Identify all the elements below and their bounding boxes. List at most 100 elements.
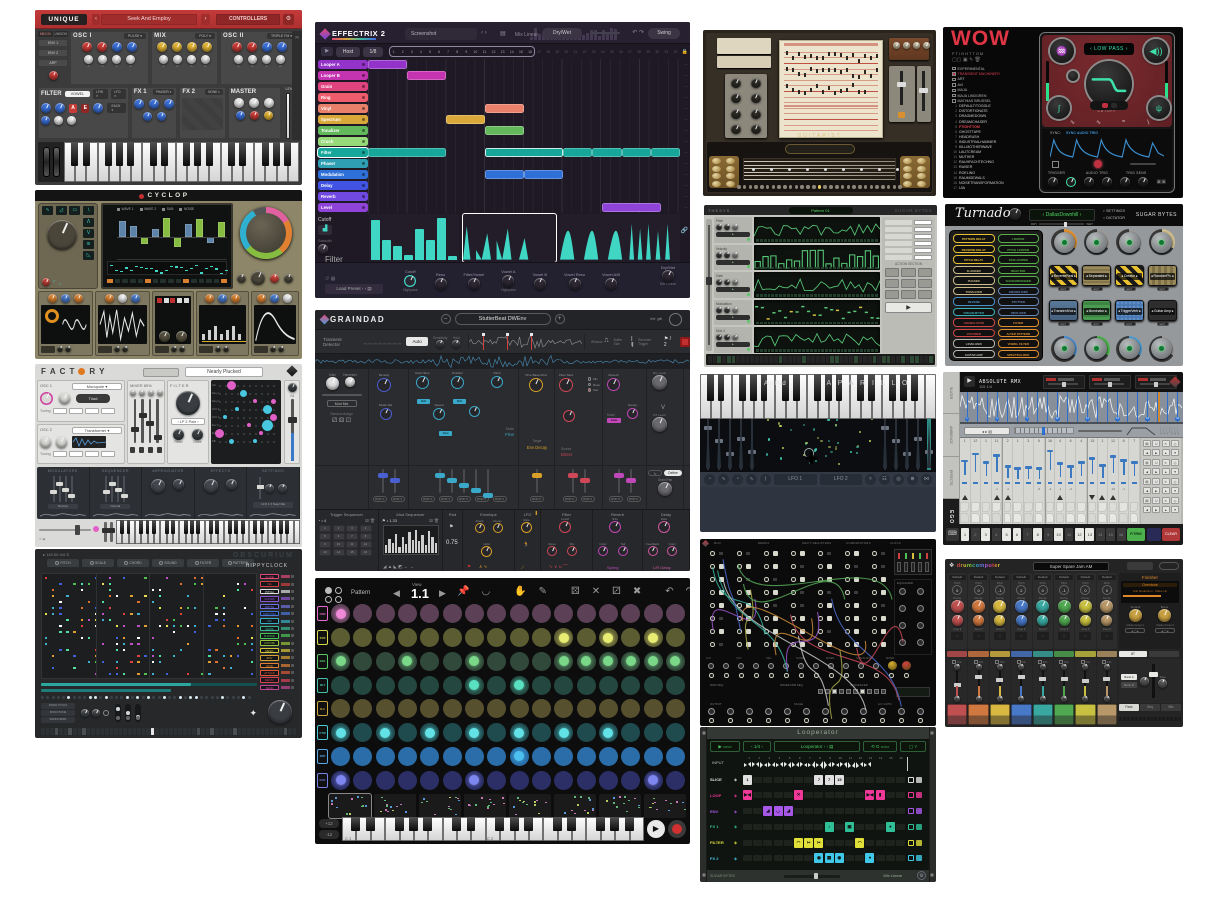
effect-slot-button-stutter[interactable]: STUTTER — [998, 297, 1040, 306]
knob[interactable] — [54, 116, 63, 125]
knob[interactable] — [1129, 609, 1142, 622]
mod-fader[interactable] — [439, 469, 441, 493]
empty-cell[interactable] — [753, 792, 762, 798]
key-cell[interactable] — [920, 356, 924, 363]
black-key[interactable] — [596, 817, 605, 831]
mute-button[interactable] — [130, 447, 135, 453]
rnd-pill[interactable]: RND ▾ — [457, 496, 471, 502]
mod-icon-button[interactable]: ⟨ — [760, 474, 771, 485]
step-circle[interactable] — [621, 771, 640, 790]
black-key[interactable] — [423, 817, 432, 831]
mini-fader[interactable] — [53, 476, 55, 502]
strip-step[interactable] — [101, 728, 105, 735]
drum-icon-box[interactable]: ◌ — [973, 632, 985, 640]
knob[interactable] — [1158, 609, 1171, 622]
step-circle[interactable] — [510, 771, 529, 790]
step-circle[interactable] — [599, 604, 618, 623]
mod-glyph-button[interactable]: V — [83, 229, 94, 238]
filter-type-icons[interactable]: ∿ ∨ ∪ ⌒ — [549, 564, 568, 570]
env-cell2[interactable] — [1109, 513, 1118, 523]
effect-slot-button-vowel-filter[interactable]: VOWEL FILTER — [998, 339, 1040, 348]
matrix-cell[interactable] — [255, 433, 257, 435]
pixel-dot[interactable] — [123, 637, 125, 639]
action-button[interactable] — [918, 290, 932, 299]
step-circle[interactable] — [398, 771, 417, 790]
mod-knob[interactable] — [1080, 615, 1091, 626]
decay-cell[interactable] — [1166, 426, 1168, 435]
pixel-dot[interactable] — [251, 613, 253, 615]
pitch-knob[interactable]: -1 — [1059, 585, 1069, 595]
step-circle[interactable] — [577, 628, 596, 647]
channel-fader[interactable] — [1106, 671, 1108, 696]
mod-bar[interactable] — [385, 545, 387, 553]
nav-button[interactable]: ▲ — [1162, 487, 1170, 494]
knob[interactable] — [732, 307, 738, 313]
param-row[interactable]: ATTACK — [260, 669, 298, 676]
knob[interactable] — [84, 55, 93, 64]
black-key[interactable] — [228, 520, 232, 534]
engine-select[interactable]: Default — [991, 575, 1008, 580]
strip-step[interactable] — [178, 728, 182, 735]
pixel-dot[interactable] — [59, 631, 61, 633]
module-handle[interactable] — [1154, 382, 1158, 387]
value-bar[interactable] — [448, 256, 457, 260]
fader-cap[interactable] — [131, 427, 139, 432]
pixel-dot[interactable] — [187, 595, 189, 597]
dictator-radio[interactable]: ○ DICTATOR — [1103, 216, 1125, 220]
env-cell[interactable] — [1024, 502, 1033, 512]
mini-fader[interactable] — [71, 476, 73, 502]
knob[interactable] — [326, 377, 339, 390]
black-key[interactable] — [782, 374, 789, 401]
black-key[interactable] — [739, 374, 746, 401]
env-cell2[interactable] — [1046, 513, 1054, 523]
env-cell[interactable] — [1066, 502, 1075, 512]
pixel-dot[interactable] — [251, 661, 253, 663]
mod-fader[interactable] — [630, 469, 632, 493]
fader-cap[interactable] — [897, 82, 906, 87]
track-enable-dot[interactable] — [362, 206, 366, 210]
strip-step[interactable] — [210, 728, 214, 735]
step-dot[interactable] — [173, 696, 176, 699]
empty-cell[interactable] — [865, 777, 874, 783]
source-value[interactable]: Direct — [561, 452, 572, 457]
step-circle[interactable] — [331, 604, 350, 623]
mini-fader[interactable] — [259, 477, 261, 499]
engine-select[interactable]: Default — [1013, 575, 1030, 580]
pixel-dot[interactable] — [137, 625, 139, 627]
active-cell[interactable]: ◠ — [794, 838, 803, 848]
key-cell[interactable] — [717, 356, 721, 363]
step-circle[interactable] — [666, 699, 685, 718]
matrix-cell[interactable] — [249, 433, 251, 435]
key-cell[interactable] — [906, 356, 910, 363]
knob[interactable] — [149, 99, 159, 109]
setting-value-pill[interactable] — [914, 227, 932, 232]
key-cell[interactable] — [732, 356, 736, 363]
strip-step[interactable] — [224, 728, 228, 735]
trig-step-button[interactable]: 15 — [346, 549, 358, 556]
key-cell[interactable] — [788, 356, 792, 363]
row-dropdown[interactable]: ◈ — [734, 793, 743, 798]
black-key[interactable] — [127, 520, 131, 534]
reset-grid-icons[interactable]: ↺ ▦ — [325, 276, 335, 282]
tuner-peg[interactable] — [712, 158, 721, 164]
knob[interactable] — [716, 224, 722, 230]
mini-step[interactable] — [1147, 717, 1150, 721]
key-cell[interactable] — [760, 356, 764, 363]
vol-knob[interactable] — [1082, 696, 1088, 702]
step-circle[interactable] — [331, 652, 350, 671]
empty-cell[interactable] — [774, 855, 783, 861]
knob[interactable] — [1138, 177, 1148, 187]
env-cell[interactable] — [1046, 502, 1054, 512]
effect-slot-button-pattern-delay[interactable]: PATTERN DELAY — [953, 234, 995, 243]
pixel-dot[interactable] — [137, 637, 139, 639]
pixel-dot[interactable] — [45, 643, 47, 645]
fx-icon-button[interactable]: ☷ — [879, 474, 890, 485]
matrix-mod-dot[interactable] — [227, 381, 236, 390]
wave-selector-knob[interactable] — [47, 220, 77, 250]
fader-cap[interactable] — [435, 473, 445, 478]
engine-select[interactable]: Default — [1055, 575, 1072, 580]
track-grid[interactable] — [368, 103, 680, 114]
mini-button[interactable] — [847, 185, 851, 189]
knob[interactable] — [903, 42, 910, 49]
param-toggle[interactable] — [291, 686, 294, 689]
